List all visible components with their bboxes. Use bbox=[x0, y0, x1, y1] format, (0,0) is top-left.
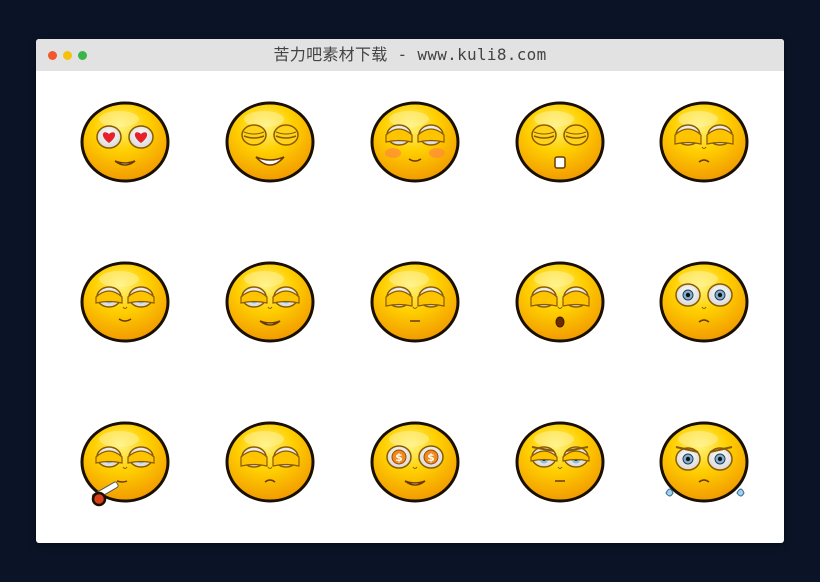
svg-text:$: $ bbox=[395, 451, 403, 464]
emoji-grid: $ $ bbox=[36, 71, 784, 543]
smug-grin-emoji-icon[interactable] bbox=[224, 259, 316, 345]
bored-emoji-icon[interactable] bbox=[369, 259, 461, 345]
title-bar: 苦力吧素材下载 - www.kuli8.com bbox=[36, 39, 784, 71]
blushing-emoji-icon[interactable] bbox=[369, 99, 461, 185]
surprised-closed-eyes-emoji-icon[interactable] bbox=[514, 99, 606, 185]
wide-eyed-emoji-icon[interactable] bbox=[658, 259, 750, 345]
unamused-emoji-icon[interactable] bbox=[658, 99, 750, 185]
money-eyes-emoji-icon[interactable]: $ $ bbox=[369, 419, 461, 505]
happy-closed-eyes-emoji-icon[interactable] bbox=[224, 99, 316, 185]
annoyed-emoji-icon[interactable] bbox=[224, 419, 316, 505]
sweating-emoji-icon[interactable] bbox=[658, 419, 750, 505]
browser-window: 苦力吧素材下载 - www.kuli8.com $ $ bbox=[36, 39, 784, 543]
heart-eyes-emoji-icon[interactable] bbox=[79, 99, 171, 185]
smoking-emoji-icon[interactable] bbox=[79, 419, 171, 507]
half-lidded-emoji-icon[interactable] bbox=[79, 259, 171, 345]
oh-bored-emoji-icon[interactable] bbox=[514, 259, 606, 345]
worried-emoji-icon[interactable] bbox=[514, 419, 606, 505]
window-title: 苦力吧素材下载 - www.kuli8.com bbox=[273, 45, 547, 64]
svg-text:$: $ bbox=[427, 451, 435, 464]
